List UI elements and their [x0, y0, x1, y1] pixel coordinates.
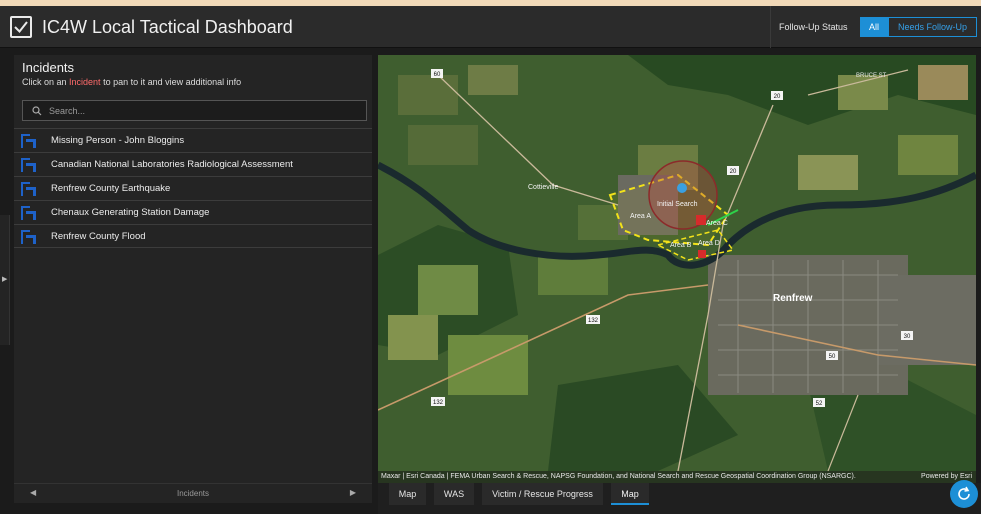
list-item[interactable]: Canadian National Laboratories Radiologi… [14, 152, 372, 176]
follow-up-status-filter: Follow-Up Status All Needs Follow-Up [770, 6, 981, 48]
map-label-initial-search: Initial Search [657, 201, 698, 208]
incident-label: Canadian National Laboratories Radiologi… [51, 159, 293, 170]
road-shield-20a: 20 [774, 94, 781, 100]
follow-up-all-button[interactable]: All [860, 17, 888, 37]
refresh-button[interactable] [950, 480, 978, 508]
map-label-area-b: Area B [670, 242, 692, 249]
app-title: IC4W Local Tactical Dashboard [42, 17, 293, 37]
satellite-imagery: Initial Search Area A Area B Area C Area… [378, 55, 976, 483]
map-label-area-d: Area D [698, 240, 720, 247]
road-shield-30: 30 [904, 334, 911, 340]
incidents-panel: Incidents Click on an Incident to pan to… [14, 55, 372, 483]
incident-label: Renfrew County Earthquake [51, 183, 171, 194]
incident-label: Chenaux Generating Station Damage [51, 207, 210, 218]
subtitle-text-before: Click on an [22, 77, 70, 87]
road-shield-20b: 20 [730, 169, 737, 175]
map-attribution: Maxar | Esri Canada | FEMA Urban Search … [378, 471, 976, 483]
incident-flag-icon [21, 206, 36, 220]
road-shield-60: 60 [434, 72, 441, 78]
incidents-subtitle: Click on an Incident to pan to it and vi… [22, 77, 241, 87]
side-panel-toggle[interactable]: ▶ [0, 215, 10, 345]
search-input[interactable] [49, 103, 349, 118]
list-item[interactable]: Renfrew County Earthquake [14, 176, 372, 200]
incident-list: Missing Person - John Bloggins Canadian … [14, 128, 372, 248]
follow-up-needs-button[interactable]: Needs Follow-Up [888, 17, 977, 37]
bottom-tab-bar: Map WAS Victim / Rescue Progress Map [378, 483, 981, 514]
incidents-title: Incidents [22, 60, 75, 75]
map-label-area-c: Area C [706, 220, 728, 227]
chevron-right-icon: ▶ [2, 276, 8, 283]
subtitle-highlight: Incident [69, 77, 101, 87]
map-label-bruce-st: BRUCE ST [856, 73, 887, 79]
list-item[interactable]: Renfrew County Flood [14, 224, 372, 248]
subtitle-text-after: to pan to it and view additional info [100, 77, 242, 87]
follow-up-label: Follow-Up Status [779, 22, 848, 32]
search-box [22, 100, 367, 121]
tab-was[interactable]: WAS [434, 483, 474, 505]
map-label-area-a: Area A [630, 213, 651, 220]
road-shield-52: 52 [816, 401, 823, 407]
map-label-town: Renfrew [773, 293, 813, 304]
checkbox-checked-icon[interactable] [10, 16, 32, 38]
map-label-cottieville: Cottieville [528, 184, 558, 191]
tab-victim-rescue-progress[interactable]: Victim / Rescue Progress [482, 483, 603, 505]
map-view[interactable]: Initial Search Area A Area B Area C Area… [378, 55, 976, 483]
incident-label: Renfrew County Flood [51, 231, 146, 242]
tab-map-1[interactable]: Map [389, 483, 426, 505]
road-shield-132a: 132 [588, 318, 599, 324]
attribution-text: Maxar | Esri Canada | FEMA Urban Search … [381, 473, 856, 480]
list-item[interactable]: Missing Person - John Bloggins [14, 128, 372, 152]
list-item[interactable]: Chenaux Generating Station Damage [14, 200, 372, 224]
incident-flag-icon [21, 230, 36, 244]
incidents-pager: ◀ Incidents ▶ [14, 483, 372, 503]
chevron-right-icon[interactable]: ▶ [350, 488, 356, 497]
road-shield-50: 50 [829, 354, 836, 360]
pager-label: Incidents [176, 489, 210, 498]
incident-label: Missing Person - John Bloggins [51, 135, 185, 146]
tab-map-2[interactable]: Map [611, 483, 649, 505]
incident-flag-icon [21, 182, 36, 196]
road-shield-132b: 132 [433, 400, 444, 406]
search-icon [32, 106, 42, 116]
refresh-icon [958, 486, 970, 500]
app-header: IC4W Local Tactical Dashboard Follow-Up … [0, 6, 981, 48]
incident-flag-icon [21, 158, 36, 172]
incident-flag-icon [21, 134, 36, 148]
